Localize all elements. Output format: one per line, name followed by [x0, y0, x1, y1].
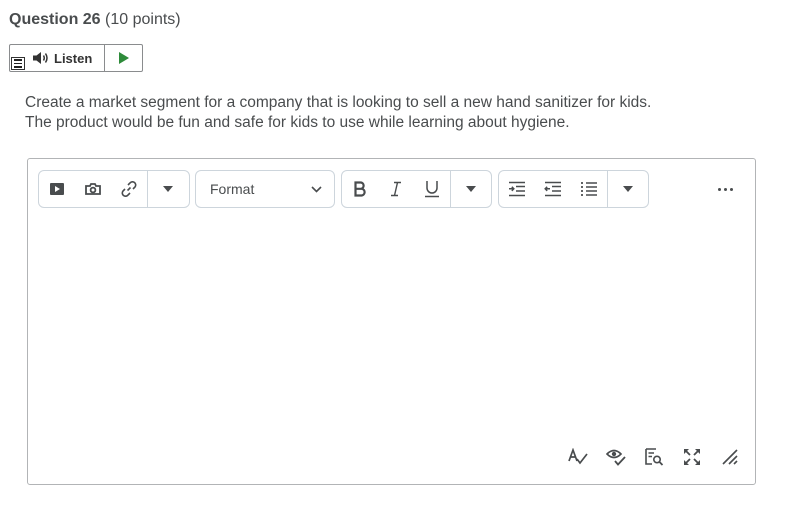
- indent-icon: [509, 181, 525, 197]
- listen-button[interactable]: Listen: [32, 45, 105, 71]
- list-icon: [581, 182, 597, 196]
- insert-link-icon: [121, 181, 137, 197]
- editor-status-tools: [567, 446, 741, 468]
- resize-handle[interactable]: [719, 446, 741, 468]
- accessibility-checker-icon: [606, 449, 626, 466]
- question-header: Question 26 (10 points): [9, 11, 181, 29]
- insert-toolbar-group: [38, 170, 190, 208]
- paragraph-toolbar-group: [498, 170, 649, 208]
- question-text: Create a market segment for a company th…: [25, 93, 765, 133]
- text-style-dropdown[interactable]: [451, 171, 491, 207]
- dropdown-icon: [466, 186, 476, 192]
- insert-image-button[interactable]: [75, 171, 111, 207]
- question-text-line: Create a market segment for a company th…: [25, 94, 652, 111]
- question-points: (10 points): [105, 11, 181, 28]
- rich-text-editor: Format: [27, 158, 756, 485]
- outdent-icon: [544, 181, 561, 197]
- resize-handle-icon: [722, 449, 738, 465]
- italic-button[interactable]: [378, 171, 414, 207]
- text-style-toolbar-group: [341, 170, 492, 208]
- bold-icon: [354, 181, 366, 197]
- dropdown-icon: [163, 186, 173, 192]
- speaker-icon: [33, 52, 48, 64]
- chevron-down-icon: [311, 185, 322, 193]
- spellcheck-icon: [568, 448, 588, 465]
- bulleted-list-button[interactable]: [571, 171, 607, 207]
- insert-video-button[interactable]: [39, 171, 75, 207]
- more-options-icon[interactable]: [711, 181, 739, 197]
- listen-widget: Listen: [9, 44, 143, 72]
- fullscreen-button[interactable]: [681, 446, 703, 468]
- paragraph-dropdown[interactable]: [608, 171, 648, 207]
- menu-icon[interactable]: [11, 57, 25, 70]
- bold-button[interactable]: [342, 171, 378, 207]
- play-button[interactable]: [105, 45, 143, 71]
- underline-button[interactable]: [414, 171, 450, 207]
- insert-link-button[interactable]: [111, 171, 147, 207]
- insert-more-dropdown[interactable]: [148, 171, 188, 207]
- format-select-label: Format: [210, 181, 255, 197]
- indent-button[interactable]: [499, 171, 535, 207]
- listen-label: Listen: [54, 50, 93, 66]
- spellcheck-button[interactable]: [567, 446, 589, 468]
- fullscreen-icon: [684, 449, 700, 465]
- insert-image-icon: [85, 183, 101, 195]
- insert-video-icon: [50, 183, 64, 195]
- format-select[interactable]: Format: [196, 171, 334, 207]
- accessibility-checker-button[interactable]: [605, 446, 627, 468]
- italic-icon: [391, 181, 401, 197]
- underline-icon: [425, 181, 439, 198]
- question-title: Question 26: [9, 11, 101, 28]
- play-icon: [119, 52, 129, 64]
- preview-button[interactable]: [643, 446, 665, 468]
- dropdown-icon: [623, 186, 633, 192]
- preview-icon: [645, 448, 664, 466]
- editor-content-area[interactable]: [38, 217, 746, 432]
- outdent-button[interactable]: [535, 171, 571, 207]
- format-toolbar-group: Format: [195, 170, 335, 208]
- question-text-line: The product would be fun and safe for ki…: [25, 114, 570, 131]
